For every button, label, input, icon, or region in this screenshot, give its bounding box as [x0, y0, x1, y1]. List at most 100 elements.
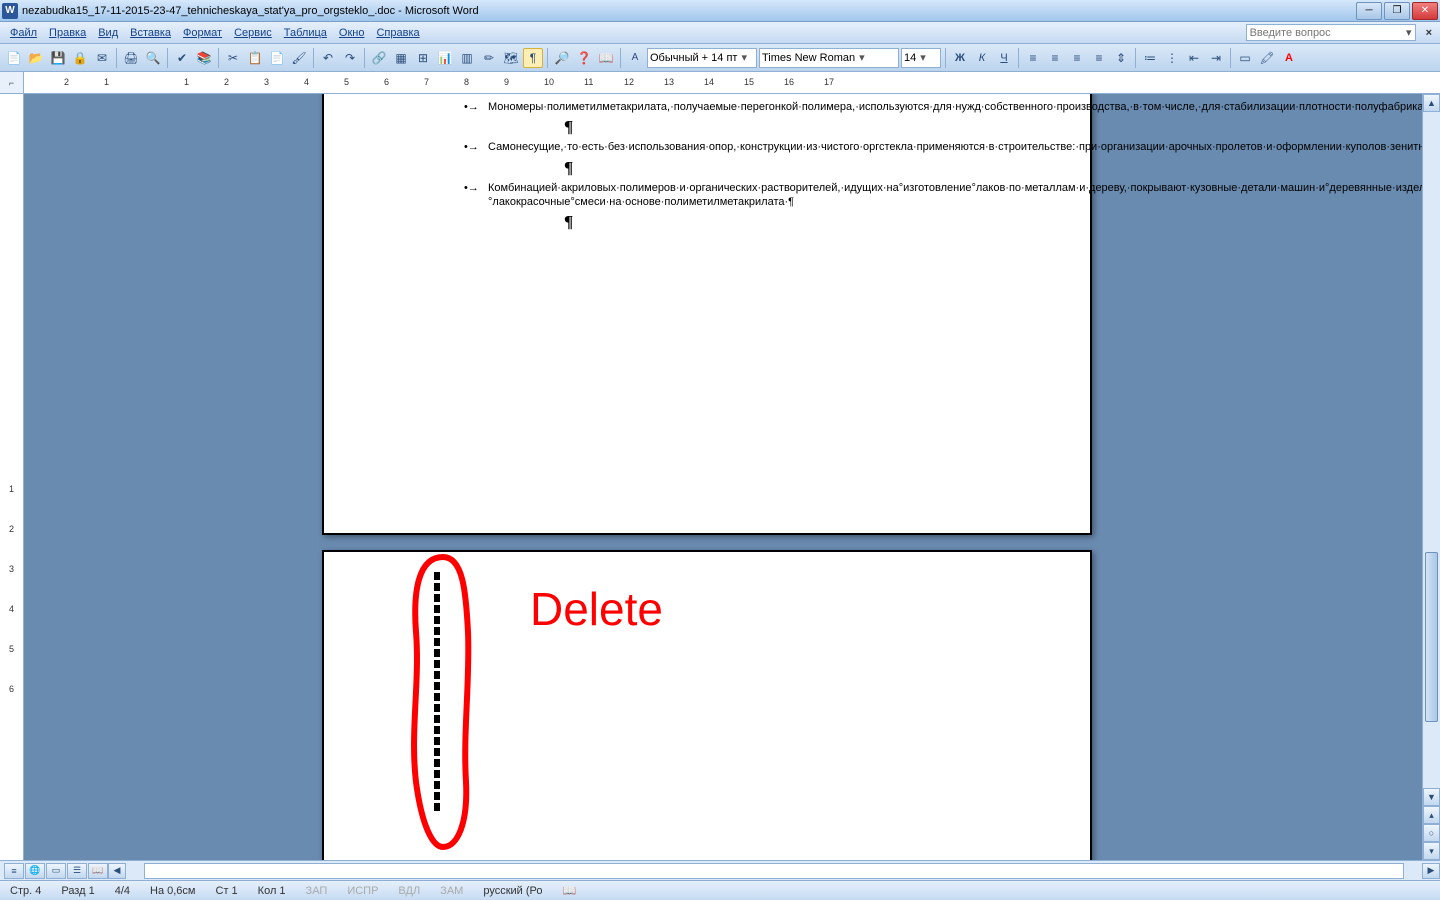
zoom-icon[interactable]: 🔎: [552, 48, 572, 68]
print-icon[interactable]: 🖨: [121, 48, 141, 68]
cut-icon[interactable]: ✂: [223, 48, 243, 68]
reading-view-icon[interactable]: 📖: [88, 863, 108, 879]
hscroll-track[interactable]: [144, 863, 1404, 879]
chevron-down-icon: ▾: [1406, 26, 1412, 39]
outline-view-icon[interactable]: ☰: [67, 863, 87, 879]
size-combo-value: 14: [904, 52, 916, 64]
document-close-button[interactable]: ×: [1422, 27, 1436, 39]
font-color-icon[interactable]: A: [1279, 48, 1299, 68]
copy-icon[interactable]: 📋: [245, 48, 265, 68]
menu-insert[interactable]: Вставка: [124, 25, 177, 41]
underline-icon[interactable]: Ч: [994, 48, 1014, 68]
align-center-icon[interactable]: ≡: [1045, 48, 1065, 68]
ruler-mark: 7: [424, 77, 429, 87]
scroll-up-icon[interactable]: ▲: [1423, 94, 1440, 112]
menu-service[interactable]: Сервис: [228, 25, 278, 41]
insert-table-icon[interactable]: ⊞: [413, 48, 433, 68]
open-icon[interactable]: 📂: [26, 48, 46, 68]
chevron-down-icon: ▾: [741, 51, 747, 64]
prev-page-icon[interactable]: ▴: [1423, 806, 1440, 824]
justify-icon[interactable]: ≡: [1089, 48, 1109, 68]
save-icon[interactable]: 💾: [48, 48, 68, 68]
increase-indent-icon[interactable]: ⇥: [1206, 48, 1226, 68]
ruler-mark: 11: [584, 77, 593, 87]
font-combo[interactable]: Times New Roman▾: [759, 48, 899, 68]
titlebar: W nezabudka15_17-11-2015-23-47_tehniches…: [0, 0, 1440, 22]
scroll-down-icon[interactable]: ▼: [1423, 788, 1440, 806]
normal-view-icon[interactable]: ≡: [4, 863, 24, 879]
menu-window[interactable]: Окно: [333, 25, 371, 41]
hscroll-right-icon[interactable]: ▶: [1422, 863, 1440, 879]
page-3[interactable]: •→Мономеры·полиметилметакрилата,·получае…: [322, 94, 1092, 535]
menu-file[interactable]: Файл: [4, 25, 43, 41]
menu-help[interactable]: Справка: [370, 25, 425, 41]
excel-icon[interactable]: 📊: [435, 48, 455, 68]
vruler-mark: 3: [9, 564, 14, 574]
ruler-mark: 4: [304, 77, 309, 87]
paste-icon[interactable]: 📄: [267, 48, 287, 68]
statusbar: Стр. 4 Разд 1 4/4 На 0,6см Ст 1 Кол 1 ЗА…: [0, 880, 1440, 900]
vertical-scrollbar[interactable]: ▲ ▼ ▴ ○ ▾: [1422, 94, 1440, 860]
hyperlink-icon[interactable]: 🔗: [369, 48, 389, 68]
bullet-text-3: Комбинацией·акриловых·полимеров·и·органи…: [488, 181, 1422, 210]
document-area[interactable]: •→Мономеры·полиметилметакрилата,·получае…: [24, 94, 1422, 860]
preview-icon[interactable]: 🔍: [143, 48, 163, 68]
show-formatting-icon[interactable]: ¶: [523, 48, 543, 68]
paragraph-mark: ¶: [564, 116, 990, 138]
page-4[interactable]: Delete: [322, 550, 1092, 860]
mail-icon[interactable]: ✉: [92, 48, 112, 68]
bullets-icon[interactable]: ⋮: [1162, 48, 1182, 68]
menu-edit[interactable]: Правка: [43, 25, 92, 41]
horizontal-ruler[interactable]: ⌐ 2 1 1 2 3 4 5 6 7 8 9 10 11 12 13 14 1…: [0, 72, 1440, 94]
minimize-button[interactable]: ─: [1356, 2, 1382, 20]
annotation-circle: [398, 552, 488, 852]
decrease-indent-icon[interactable]: ⇤: [1184, 48, 1204, 68]
italic-icon[interactable]: К: [972, 48, 992, 68]
numbering-icon[interactable]: ≔: [1140, 48, 1160, 68]
close-button[interactable]: ✕: [1412, 2, 1438, 20]
columns-icon[interactable]: ▥: [457, 48, 477, 68]
size-combo[interactable]: 14▾: [901, 48, 941, 68]
scrollbar-thumb[interactable]: [1425, 552, 1438, 722]
tables-borders-icon[interactable]: ▦: [391, 48, 411, 68]
new-doc-icon[interactable]: 📄: [4, 48, 24, 68]
maximize-button[interactable]: ❐: [1384, 2, 1410, 20]
undo-icon[interactable]: ↶: [318, 48, 338, 68]
drawing-icon[interactable]: ✏: [479, 48, 499, 68]
hscroll-left-icon[interactable]: ◀: [108, 863, 126, 879]
docmap-icon[interactable]: 🗺: [501, 48, 521, 68]
chevron-down-icon: ▾: [859, 51, 865, 64]
menu-view[interactable]: Вид: [92, 25, 124, 41]
vertical-ruler[interactable]: 1 2 3 4 5 6: [0, 94, 24, 860]
help-icon[interactable]: ❓: [574, 48, 594, 68]
format-painter-icon[interactable]: 🖌: [289, 48, 309, 68]
highlight-icon[interactable]: 🖍: [1257, 48, 1277, 68]
status-book-icon[interactable]: 📖: [559, 884, 581, 897]
align-left-icon[interactable]: ≡: [1023, 48, 1043, 68]
menu-table[interactable]: Таблица: [278, 25, 333, 41]
horizontal-scroll-area: ≡ 🌐 ▭ ☰ 📖 ◀ ▶: [0, 860, 1440, 880]
line-spacing-icon[interactable]: ⇕: [1111, 48, 1131, 68]
style-aa-icon[interactable]: A: [625, 48, 645, 68]
ruler-mark: 2: [64, 77, 69, 87]
status-position: На 0,6см: [146, 885, 199, 897]
select-browse-icon[interactable]: ○: [1423, 824, 1440, 842]
permission-icon[interactable]: 🔒: [70, 48, 90, 68]
next-page-icon[interactable]: ▾: [1423, 842, 1440, 860]
bold-icon[interactable]: Ж: [950, 48, 970, 68]
redo-icon[interactable]: ↷: [340, 48, 360, 68]
ruler-mark: 10: [544, 77, 554, 87]
spellcheck-icon[interactable]: ✔: [172, 48, 192, 68]
menu-format[interactable]: Формат: [177, 25, 228, 41]
help-search-box[interactable]: Введите вопрос▾: [1246, 24, 1416, 41]
read-mode-icon[interactable]: 📖: [596, 48, 616, 68]
align-right-icon[interactable]: ≡: [1067, 48, 1087, 68]
style-combo[interactable]: Обычный + 14 пт▾: [647, 48, 757, 68]
web-view-icon[interactable]: 🌐: [25, 863, 45, 879]
research-icon[interactable]: 📚: [194, 48, 214, 68]
borders-icon[interactable]: ▭: [1235, 48, 1255, 68]
print-layout-icon[interactable]: ▭: [46, 863, 66, 879]
status-pages: 4/4: [111, 885, 134, 897]
embedded-object[interactable]: [434, 572, 440, 817]
status-language[interactable]: русский (Ро: [479, 885, 546, 897]
